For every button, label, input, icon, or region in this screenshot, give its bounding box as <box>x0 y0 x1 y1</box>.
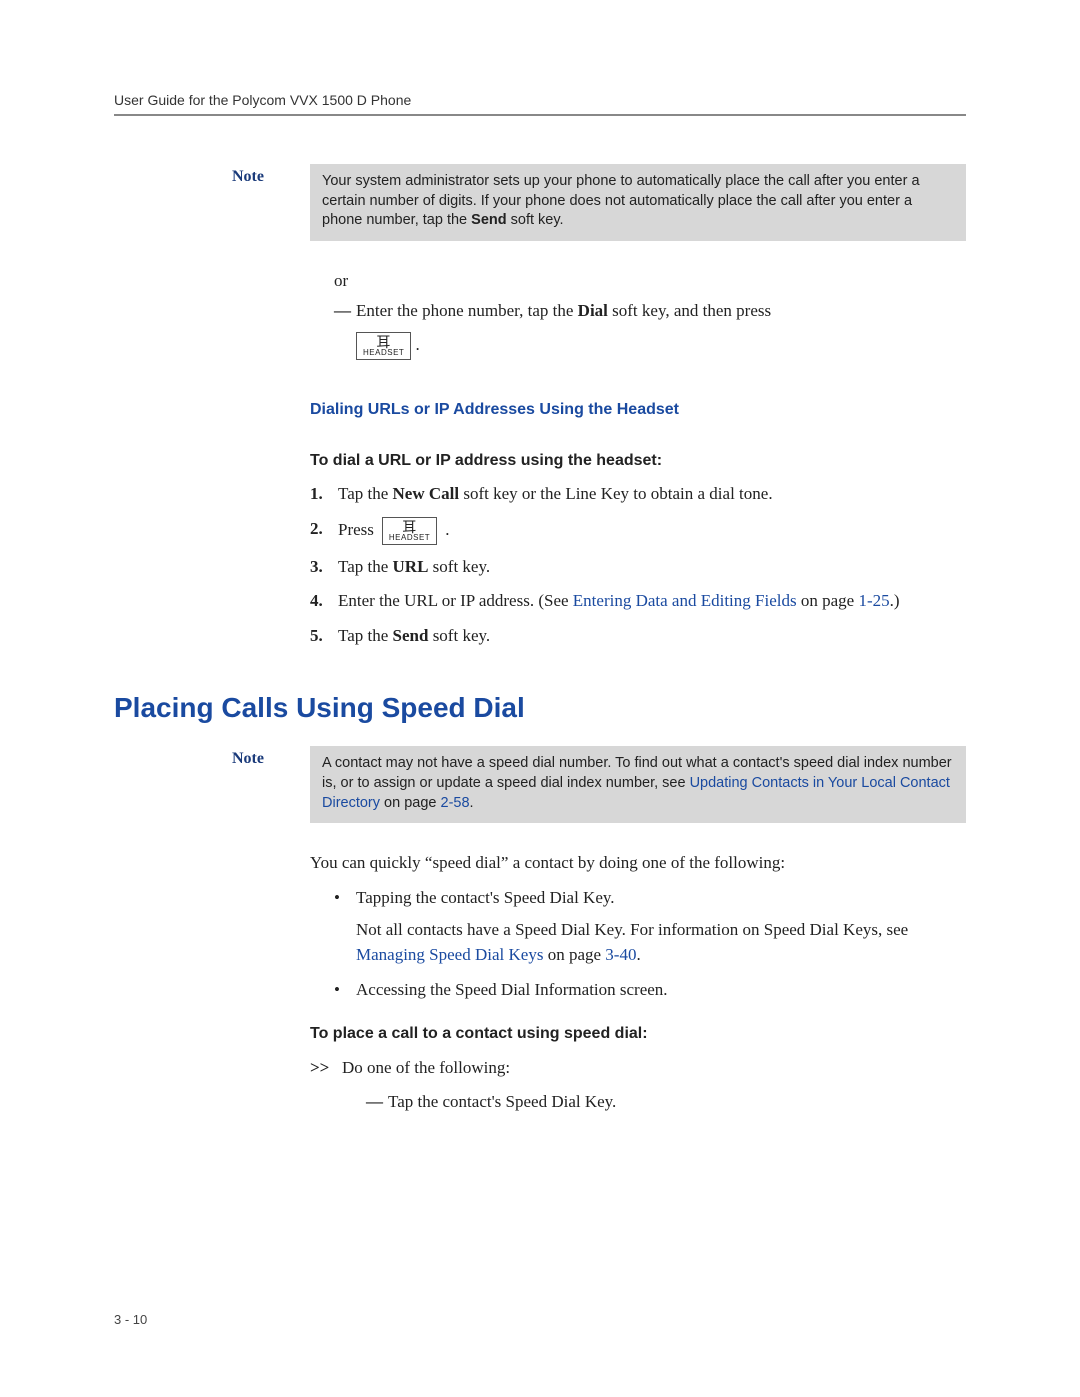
b1b-post: . <box>636 945 640 964</box>
running-header: User Guide for the Polycom VVX 1500 D Ph… <box>114 92 966 108</box>
speed-dial-body: You can quickly “speed dial” a contact b… <box>310 851 966 1115</box>
headset-label-2: HEADSET <box>389 533 430 542</box>
s3-post: soft key. <box>428 557 490 576</box>
dash-symbol-2: — <box>366 1090 388 1115</box>
dash-item-1: — Enter the phone number, tap the Dial s… <box>334 299 966 359</box>
bullet-dot: • <box>334 886 356 968</box>
or-text: or <box>334 269 966 294</box>
s1-bold: New Call <box>393 484 460 503</box>
note2-post: . <box>470 795 474 811</box>
dash2-text: Tap the contact's Speed Dial Key. <box>388 1090 966 1115</box>
note1-text-post: soft key. <box>507 212 564 228</box>
intro-paragraph: You can quickly “speed dial” a contact b… <box>310 851 966 876</box>
bullet-1: • Tapping the contact's Speed Dial Key. … <box>334 886 966 968</box>
note-label-2: Note <box>232 750 264 768</box>
note-box-2: A contact may not have a speed dial numb… <box>310 746 966 823</box>
bullet-list: • Tapping the contact's Speed Dial Key. … <box>334 886 966 1003</box>
headset-key-row: 耳 HEADSET . <box>356 332 966 360</box>
s3-bold: URL <box>393 557 429 576</box>
s3-pre: Tap the <box>338 557 393 576</box>
step-4-text: Enter the URL or IP address. (See Enteri… <box>338 589 966 614</box>
page-number: 3 - 10 <box>114 1312 147 1327</box>
section-heading-speed-dial: Placing Calls Using Speed Dial <box>114 692 966 724</box>
s5-pre: Tap the <box>338 626 393 645</box>
dash1-pre: Enter the phone number, tap the <box>356 301 578 320</box>
dash1-bold: Dial <box>578 301 608 320</box>
b1b-mid: on page <box>543 945 605 964</box>
s4-pre: Enter the URL or IP address. (See <box>338 591 573 610</box>
step-5: 5. Tap the Send soft key. <box>310 624 966 649</box>
s5-post: soft key. <box>428 626 490 645</box>
dash-symbol: — <box>334 299 356 359</box>
chevron-item: >> Do one of the following: <box>310 1056 966 1081</box>
step-3-text: Tap the URL soft key. <box>338 555 966 580</box>
note1-send-word: Send <box>471 212 506 228</box>
bullet-dot-2: • <box>334 978 356 1003</box>
step-2: 2. Press 耳 HEADSET . <box>310 517 966 545</box>
dash1-text: Enter the phone number, tap the Dial sof… <box>356 299 966 359</box>
chevron-text: Do one of the following: <box>342 1056 510 1081</box>
bullet1-line-b: Not all contacts have a Speed Dial Key. … <box>356 918 966 967</box>
bullet-2-text: Accessing the Speed Dial Information scr… <box>356 978 966 1003</box>
s5-bold: Send <box>393 626 429 645</box>
s4-mid: on page <box>797 591 859 610</box>
chevron-symbol: >> <box>310 1056 342 1081</box>
subheading-to-dial-url: To dial a URL or IP address using the he… <box>310 449 966 472</box>
step-num-2: 2. <box>310 517 338 545</box>
s4-pg[interactable]: 1-25 <box>858 591 889 610</box>
b1b-link[interactable]: Managing Speed Dial Keys <box>356 945 543 964</box>
step-num-3: 3. <box>310 555 338 580</box>
b1b-pre: Not all contacts have a Speed Dial Key. … <box>356 920 908 939</box>
step-4: 4. Enter the URL or IP address. (See Ent… <box>310 589 966 614</box>
ordered-list-dial-url: 1. Tap the New Call soft key or the Line… <box>310 482 966 648</box>
note1-text-pre: Your system administrator sets up your p… <box>322 173 920 228</box>
step-2-text: Press 耳 HEADSET . <box>338 517 966 545</box>
step-1-text: Tap the New Call soft key or the Line Ke… <box>338 482 966 507</box>
step-3: 3. Tap the URL soft key. <box>310 555 966 580</box>
step-num-4: 4. <box>310 589 338 614</box>
note-box: Your system administrator sets up your p… <box>310 164 966 241</box>
s4-link[interactable]: Entering Data and Editing Fields <box>573 591 797 610</box>
step-num-5: 5. <box>310 624 338 649</box>
note2-pg[interactable]: 2-58 <box>441 795 470 811</box>
s1-post: soft key or the Line Key to obtain a dia… <box>459 484 772 503</box>
document-page: User Guide for the Polycom VVX 1500 D Ph… <box>0 0 1080 1397</box>
bullet-1-text: Tapping the contact's Speed Dial Key. No… <box>356 886 966 968</box>
note-block-1: Note Your system administrator sets up y… <box>310 164 966 241</box>
step-5-text: Tap the Send soft key. <box>338 624 966 649</box>
b1b-pg[interactable]: 3-40 <box>605 945 636 964</box>
headset-key-icon: 耳 HEADSET <box>356 332 411 360</box>
bullet-2: • Accessing the Speed Dial Information s… <box>334 978 966 1003</box>
step-1: 1. Tap the New Call soft key or the Line… <box>310 482 966 507</box>
s2-post: . <box>445 518 449 543</box>
dash-item-2: — Tap the contact's Speed Dial Key. <box>366 1090 966 1115</box>
sub-dash-list: — Tap the contact's Speed Dial Key. <box>342 1090 966 1115</box>
subheading-dialing-urls: Dialing URLs or IP Addresses Using the H… <box>310 398 966 421</box>
note2-mid: on page <box>380 795 440 811</box>
s2-pre: Press <box>338 518 374 543</box>
headset-label: HEADSET <box>363 348 404 357</box>
note-block-2: Note A contact may not have a speed dial… <box>310 746 966 823</box>
step-num-1: 1. <box>310 482 338 507</box>
s4-post: .) <box>890 591 900 610</box>
s1-pre: Tap the <box>338 484 393 503</box>
bullet1-line-a: Tapping the contact's Speed Dial Key. <box>356 886 966 911</box>
note-label: Note <box>232 168 264 186</box>
subheading-to-place-call: To place a call to a contact using speed… <box>310 1022 966 1045</box>
continuation-block: or — Enter the phone number, tap the Dia… <box>310 269 966 649</box>
dash1-post: soft key, and then press <box>608 301 771 320</box>
header-rule <box>114 114 966 116</box>
headset-key-icon-2: 耳 HEADSET <box>382 517 437 545</box>
